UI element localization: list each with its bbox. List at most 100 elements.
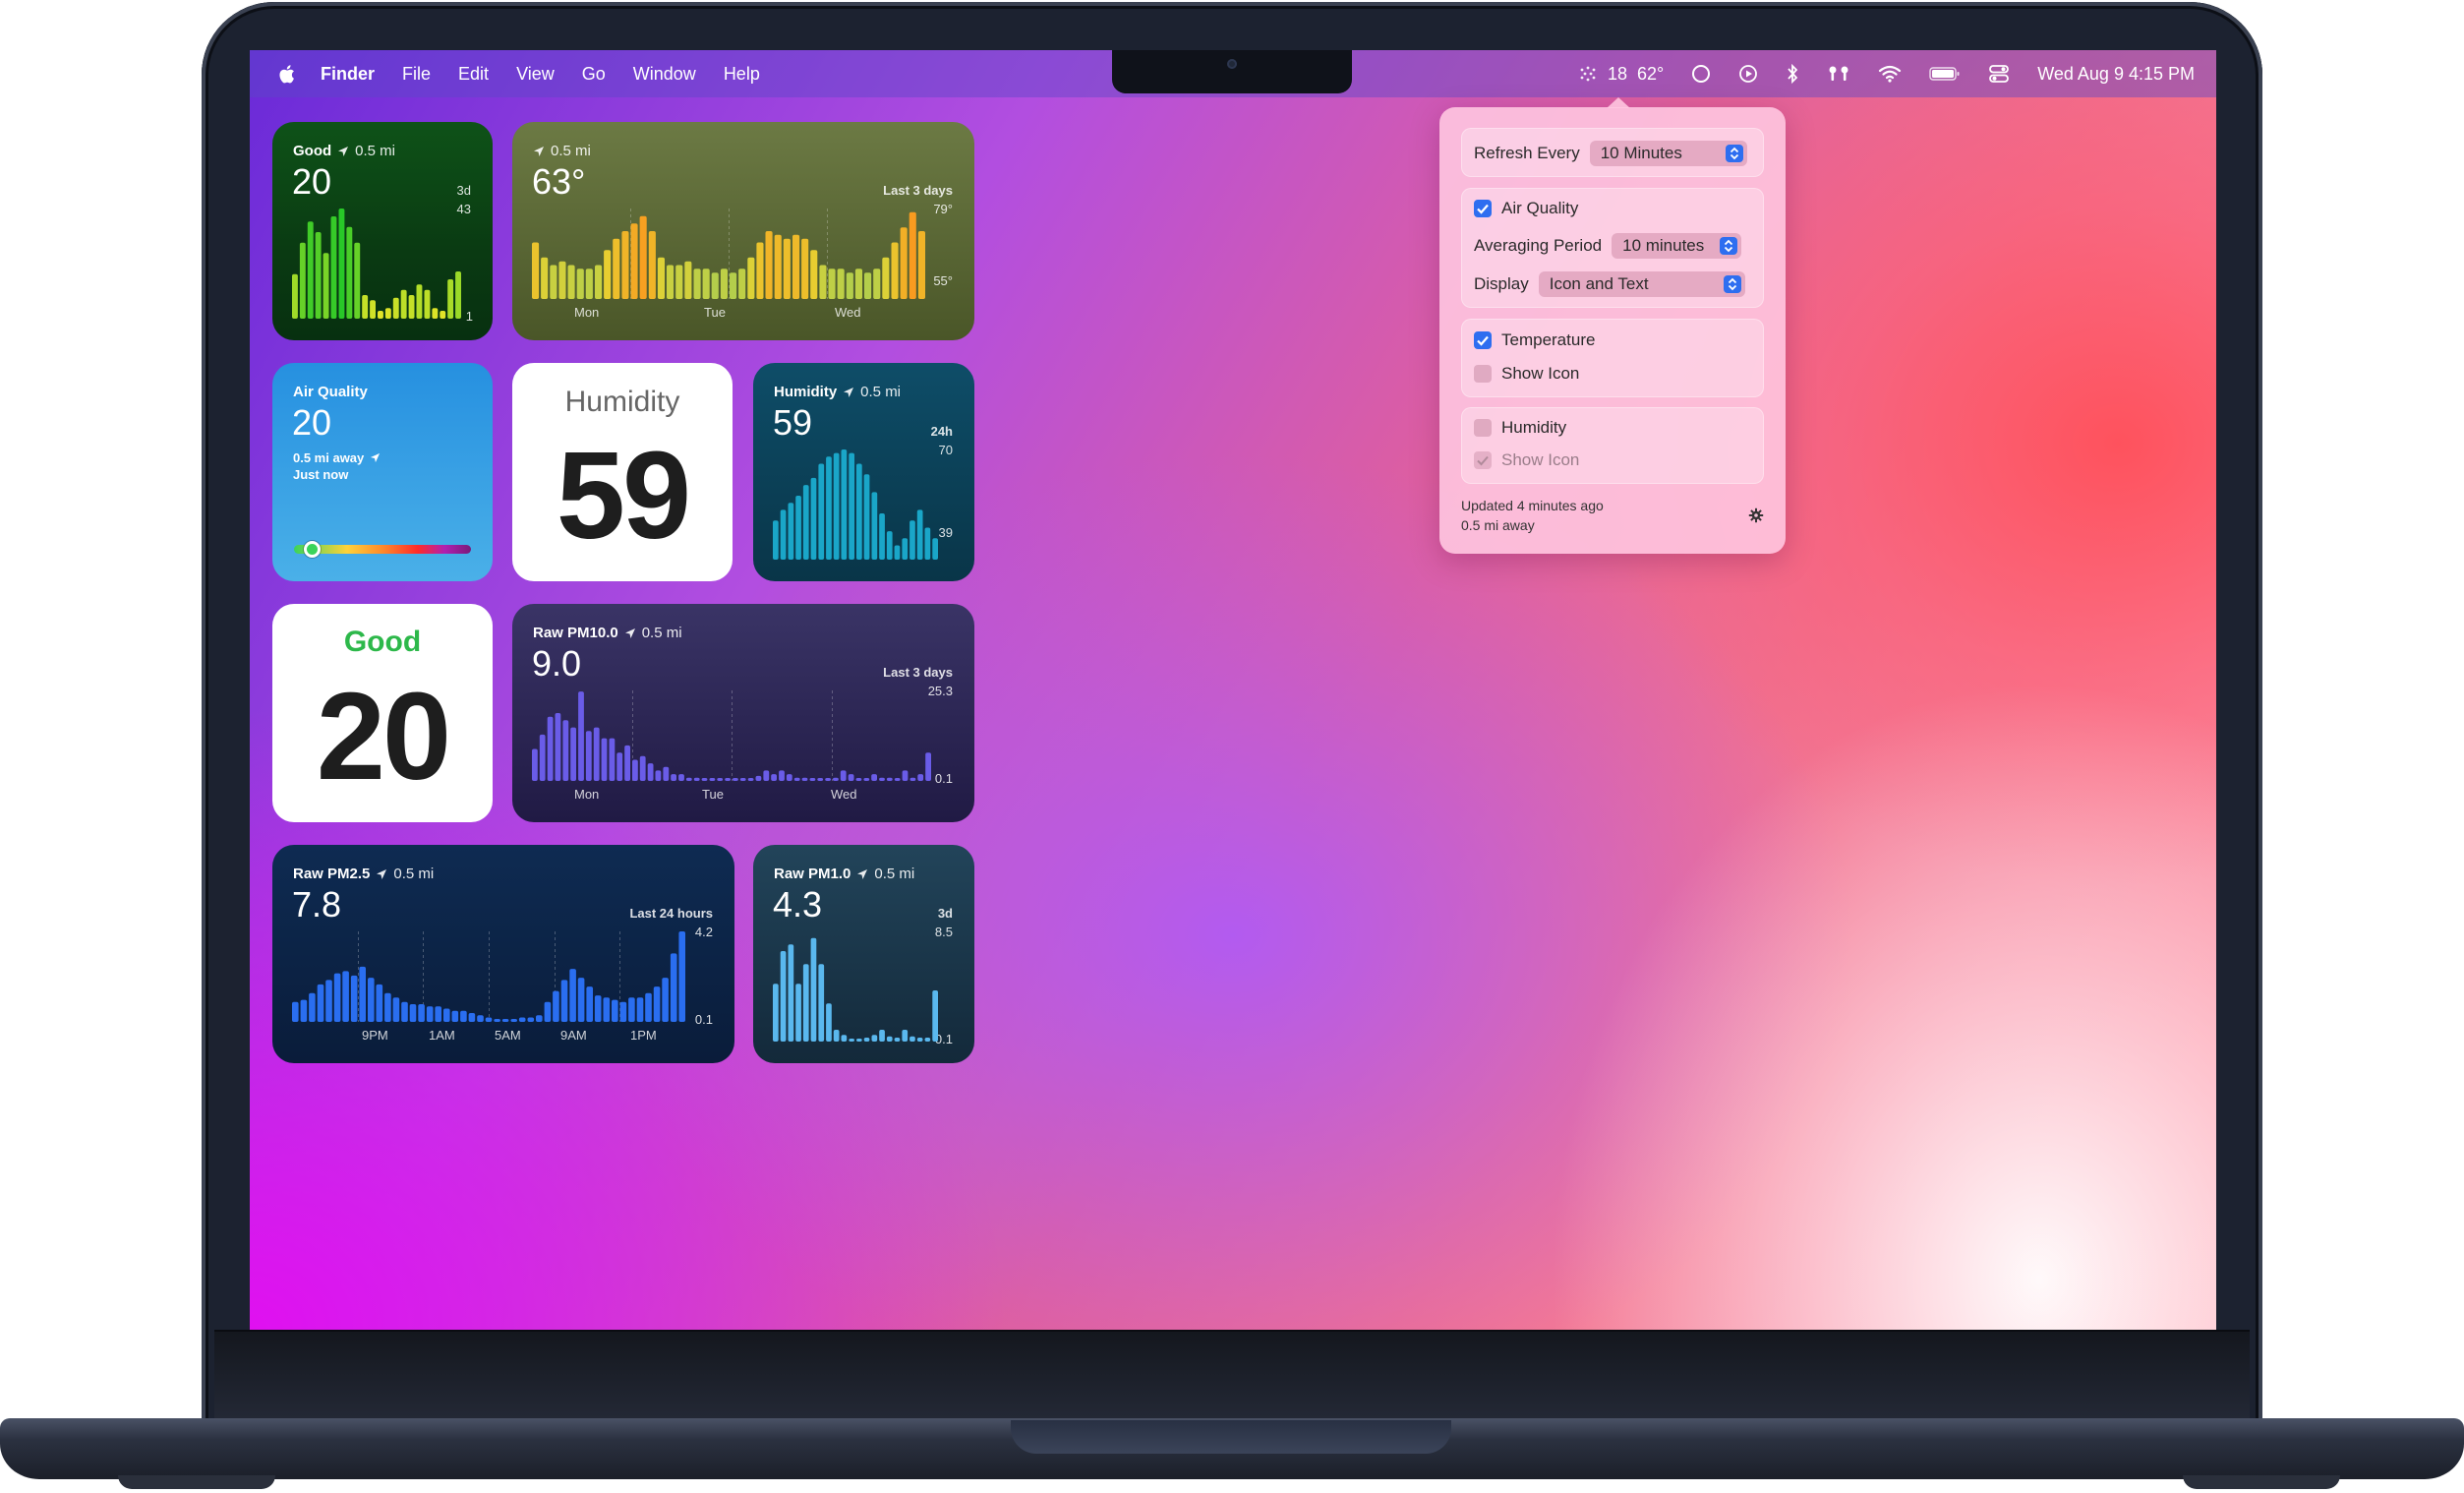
range-label: Last 3 days (883, 183, 953, 198)
chart-bar (765, 231, 773, 299)
chart-bar (418, 1004, 425, 1022)
temperature-bar-chart (532, 209, 925, 299)
chart-bar (532, 748, 538, 781)
laptop-foot-right (2183, 1475, 2340, 1489)
widget-title: Humidity (774, 384, 838, 400)
menu-edit[interactable]: Edit (458, 64, 489, 85)
menu-view[interactable]: View (516, 64, 555, 85)
chart-bar (828, 269, 836, 299)
menu-help[interactable]: Help (724, 64, 760, 85)
temperature-checkbox[interactable] (1474, 331, 1492, 349)
battery-icon[interactable] (1929, 66, 1961, 82)
wifi-icon[interactable] (1878, 65, 1902, 83)
chart-bar (307, 221, 314, 319)
chart-bar (756, 242, 764, 299)
widget-distance: 0.5 mi (641, 625, 682, 641)
refresh-interval-select[interactable]: 10 Minutes (1589, 141, 1747, 166)
apple-menu-icon[interactable] (277, 64, 295, 85)
widget-title: Raw PM2.5 (293, 866, 371, 882)
temperature-widget[interactable]: 0.5 mi 63° Last 3 days 79° 55° Mon Tue W… (512, 122, 974, 340)
display-mode-select[interactable]: Icon and Text (1538, 271, 1745, 297)
humidity-large-widget[interactable]: Humidity 59 (512, 363, 733, 581)
pm25-widget[interactable]: Raw PM2.5 0.5 mi 7.8 Last 24 hours 4.2 0… (272, 845, 734, 1063)
chart-bar (553, 990, 559, 1022)
humidity-show-icon-label: Show Icon (1501, 450, 1580, 469)
menu-file[interactable]: File (402, 64, 431, 85)
chart-bar (849, 1039, 854, 1042)
chart-bar (628, 997, 635, 1022)
air-quality-checkbox[interactable] (1474, 200, 1492, 217)
chart-bar (510, 1019, 517, 1022)
widget-header: Raw PM2.5 0.5 mi (293, 866, 434, 882)
temperature-show-icon-checkbox[interactable] (1474, 365, 1492, 383)
settings-popover: Refresh Every 10 Minutes Air Quality Ave… (1439, 97, 1786, 554)
chart-bar (384, 308, 391, 319)
chart-bar (894, 778, 901, 781)
humidity-chart-widget[interactable]: Humidity 0.5 mi 59 24h 70 39 (753, 363, 974, 581)
aqi-chart-widget[interactable]: Good 0.5 mi 20 3d 43 1 (272, 122, 493, 340)
pm25-bar-chart (292, 931, 685, 1022)
menu-go[interactable]: Go (582, 64, 606, 85)
location-arrow-icon (377, 868, 387, 879)
min-label: 0.1 (694, 1012, 713, 1027)
chart-bar (648, 231, 656, 299)
humidity-checkbox[interactable] (1474, 419, 1492, 437)
chart-bar (536, 1015, 543, 1022)
widget-value: 20 (292, 402, 332, 443)
temperature-toggle-row[interactable]: Temperature (1474, 330, 1595, 350)
chart-bar (917, 774, 924, 781)
chart-bar (841, 1035, 848, 1042)
chart-bar (447, 279, 454, 319)
temperature-show-icon-row[interactable]: Show Icon (1474, 364, 1579, 384)
chart-bar (547, 716, 554, 781)
pm1-bar-chart (773, 937, 938, 1042)
menu-window[interactable]: Window (633, 64, 696, 85)
control-center-icon[interactable] (1988, 64, 2010, 84)
circle-status-icon[interactable] (1691, 64, 1711, 84)
display-mode-value: Icon and Text (1549, 274, 1649, 293)
aqi-large-widget[interactable]: Good 20 (272, 604, 493, 822)
chart-bar (810, 477, 817, 560)
menu-clock[interactable]: Wed Aug 9 4:15 PM (2037, 64, 2195, 85)
status-temperature-value: 62° (1636, 63, 1665, 84)
bluetooth-icon[interactable] (1786, 63, 1799, 85)
widget-value: 7.8 (292, 884, 342, 925)
chart-bar (856, 1039, 862, 1042)
pm10-widget[interactable]: Raw PM10.0 0.5 mi 9.0 Last 3 days 25.3 0… (512, 604, 974, 822)
chart-bar (401, 1001, 408, 1022)
widget-title: Humidity (564, 386, 680, 418)
chart-bar (717, 778, 724, 781)
air-quality-widget[interactable]: Air Quality 20 0.5 mi away Just now (272, 363, 493, 581)
widget-header: 0.5 mi (533, 143, 591, 159)
chart-bar (376, 984, 383, 1022)
air-quality-toggle-row[interactable]: Air Quality (1474, 199, 1578, 218)
now-playing-icon[interactable] (1738, 64, 1758, 84)
distance-row: 0.5 mi away (293, 450, 381, 465)
chart-bar (801, 777, 808, 781)
location-arrow-icon (338, 146, 349, 156)
airpods-icon[interactable] (1827, 64, 1850, 84)
menu-app-name[interactable]: Finder (321, 64, 375, 85)
chart-bar (527, 1017, 535, 1022)
air-quality-status-item[interactable]: 18 62° (1578, 64, 1664, 85)
chart-bar (733, 778, 738, 781)
widget-distance: 0.5 mi (393, 866, 435, 882)
chart-bar (346, 226, 353, 319)
widget-header: Humidity 0.5 mi (774, 384, 901, 400)
chart-bar (432, 308, 439, 319)
chart-bar (585, 269, 593, 299)
chart-bar (788, 944, 794, 1042)
camera-icon (1227, 59, 1237, 69)
chart-bar (886, 1036, 893, 1042)
pm1-widget[interactable]: Raw PM1.0 0.5 mi 4.3 3d 8.5 0.1 (753, 845, 974, 1063)
humidity-toggle-row[interactable]: Humidity (1474, 418, 1566, 438)
chart-bar (817, 778, 824, 781)
averaging-period-select[interactable]: 10 minutes (1612, 233, 1742, 259)
max-label: 70 (938, 443, 953, 457)
gear-icon[interactable] (1748, 508, 1764, 523)
chart-bar (359, 966, 366, 1022)
chart-bar (848, 774, 854, 781)
laptop-bezel (214, 1330, 2250, 1418)
chart-bar (299, 242, 306, 319)
chart-bar (863, 1038, 870, 1042)
